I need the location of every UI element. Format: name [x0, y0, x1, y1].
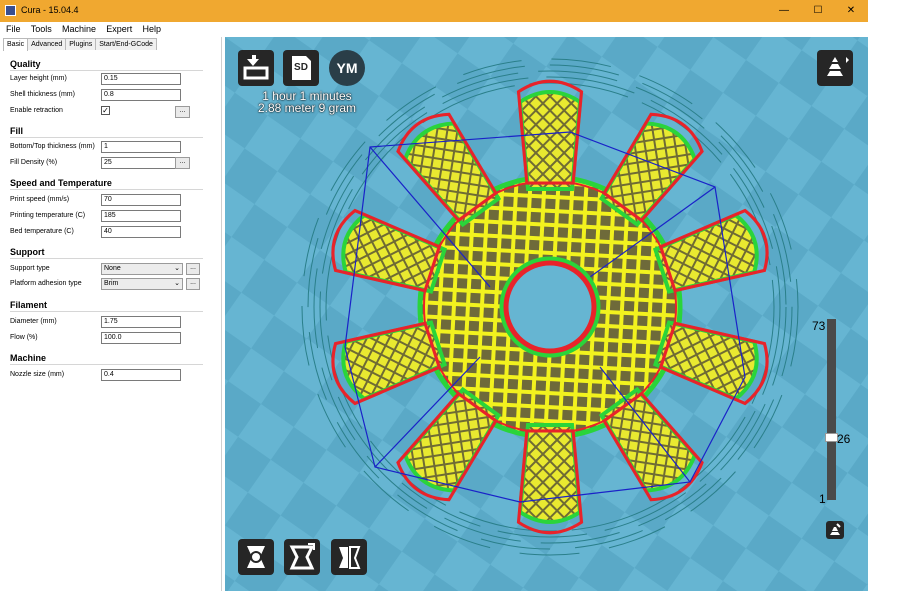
layer-icon [830, 523, 841, 535]
support-type-select[interactable]: None ⌄ [101, 263, 183, 275]
layer-height-label: Layer height (mm) [10, 75, 67, 82]
printing-temperature-label: Printing temperature (C) [10, 212, 86, 219]
chevron-down-icon: ⌄ [174, 280, 180, 287]
bed-temperature-label: Bed temperature (C) [10, 228, 74, 235]
section-support-title: Support [10, 247, 45, 257]
view-mode-button[interactable] [817, 50, 853, 86]
app-icon [5, 5, 16, 16]
bottom-top-thickness-input[interactable]: 1 [101, 141, 181, 153]
settings-tabs: Basic Advanced Plugins Start/End-GCode [3, 38, 157, 51]
print-speed-label: Print speed (mm/s) [10, 196, 70, 203]
printing-temperature-input[interactable]: 185 [101, 210, 181, 222]
retraction-settings-button[interactable]: ... [175, 106, 190, 118]
diameter-label: Diameter (mm) [10, 318, 57, 325]
layer-current-label: 26 [837, 431, 851, 446]
tab-start-end-gcode[interactable]: Start/End-GCode [95, 38, 157, 50]
menu-expert[interactable]: Expert [106, 22, 132, 37]
adhesion-settings-button[interactable]: ... [186, 278, 200, 290]
support-type-label: Support type [10, 265, 50, 272]
menu-tools[interactable]: Tools [31, 22, 52, 37]
shell-thickness-input[interactable]: 0.8 [101, 89, 181, 101]
platform-adhesion-value: Brim [104, 280, 119, 287]
divider [10, 311, 203, 312]
layer-slider[interactable] [827, 319, 836, 500]
flow-label: Flow (%) [10, 334, 38, 341]
print-speed-input[interactable]: 70 [101, 194, 181, 206]
close-button[interactable]: ✕ [836, 2, 866, 20]
support-type-value: None [104, 265, 121, 272]
mirror-button[interactable] [331, 539, 367, 575]
nozzle-size-input[interactable]: 0.4 [101, 369, 181, 381]
scale-icon [289, 543, 315, 570]
youmagine-icon: YM [336, 60, 358, 76]
tab-advanced[interactable]: Advanced [27, 38, 67, 50]
section-quality-title: Quality [10, 59, 41, 69]
nozzle-size-label: Nozzle size (mm) [10, 371, 65, 378]
rotate-icon [247, 546, 265, 568]
divider [10, 137, 203, 138]
divider [10, 364, 203, 365]
print-amount: 2.88 meter 9 gram [257, 101, 357, 115]
section-filament-title: Filament [10, 300, 48, 310]
chevron-down-icon: ⌄ [174, 265, 180, 272]
layer-view-button[interactable] [826, 521, 844, 539]
fill-settings-button[interactable]: ... [175, 157, 190, 169]
sd-label: SD [294, 62, 308, 73]
load-model-icon [243, 55, 269, 80]
section-fill-title: Fill [10, 126, 23, 136]
section-speed-title: Speed and Temperature [10, 178, 112, 188]
load-model-button[interactable] [238, 50, 274, 86]
retraction-checkbox[interactable]: ✓ [101, 106, 110, 115]
divider [10, 258, 203, 259]
layer-height-input[interactable]: 0.15 [101, 73, 181, 85]
layer-max-label: 73 [812, 319, 826, 333]
sliced-model-preview [301, 58, 799, 556]
support-settings-button[interactable]: ... [186, 263, 200, 275]
menu-help[interactable]: Help [143, 22, 162, 37]
maximize-button[interactable]: ☐ [803, 2, 833, 20]
mirror-icon [339, 546, 361, 569]
menu-bar: File Tools Machine Expert Help [0, 22, 868, 37]
tab-basic[interactable]: Basic [3, 38, 29, 51]
divider [10, 189, 203, 190]
divider [10, 70, 203, 71]
rotate-button[interactable] [238, 539, 274, 575]
section-machine-title: Machine [10, 353, 47, 363]
minimize-button[interactable]: — [769, 2, 799, 20]
window-title: Cura - 15.04.4 [21, 5, 79, 15]
tab-plugins[interactable]: Plugins [65, 38, 97, 50]
fill-density-label: Fill Density (%) [10, 159, 58, 166]
flow-input[interactable]: 100.0 [101, 332, 181, 344]
youmagine-button[interactable]: YM [329, 50, 365, 86]
3d-viewport[interactable]: SD YM 1 hour 1 minutes 2.88 meter 9 gram [225, 37, 868, 591]
scale-button[interactable] [284, 539, 320, 575]
shell-thickness-label: Shell thickness (mm) [10, 91, 75, 98]
bottom-top-thickness-label: Bottom/Top thickness (mm) [10, 143, 95, 150]
diameter-input[interactable]: 1.75 [101, 316, 181, 328]
desktop-background [868, 0, 900, 591]
bed-temperature-input[interactable]: 40 [101, 226, 181, 238]
fill-density-input[interactable]: 25 [101, 157, 181, 169]
retraction-label: Enable retraction [10, 107, 63, 114]
layer-min-label: 1 [819, 492, 826, 506]
view-mode-icon [827, 57, 849, 76]
title-bar: Cura - 15.04.4 — ☐ ✕ [0, 0, 868, 22]
settings-panel: Basic Advanced Plugins Start/End-GCode Q… [0, 37, 222, 591]
menu-file[interactable]: File [6, 22, 21, 37]
menu-machine[interactable]: Machine [62, 22, 96, 37]
platform-adhesion-label: Platform adhesion type [10, 280, 82, 287]
save-sd-button[interactable]: SD [283, 50, 319, 86]
platform-adhesion-select[interactable]: Brim ⌄ [101, 278, 183, 290]
